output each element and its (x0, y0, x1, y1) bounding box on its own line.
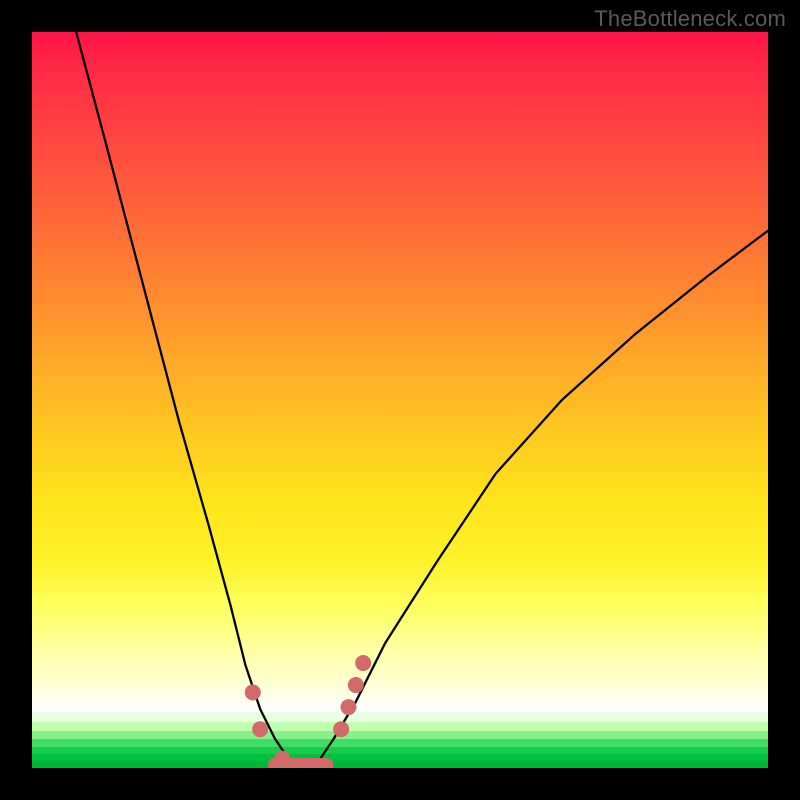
valley-dot (355, 655, 371, 671)
valley-dot (348, 677, 364, 693)
valley-dot (340, 699, 356, 715)
bottleneck-curve (76, 32, 768, 768)
valley-dot (245, 684, 261, 700)
valley-dot (274, 751, 290, 767)
chart-frame: TheBottleneck.com (0, 0, 800, 800)
plot-area (32, 32, 768, 768)
watermark-text: TheBottleneck.com (594, 6, 786, 32)
curve-layer (32, 32, 768, 768)
valley-dot (333, 721, 349, 737)
valley-dot (252, 721, 268, 737)
